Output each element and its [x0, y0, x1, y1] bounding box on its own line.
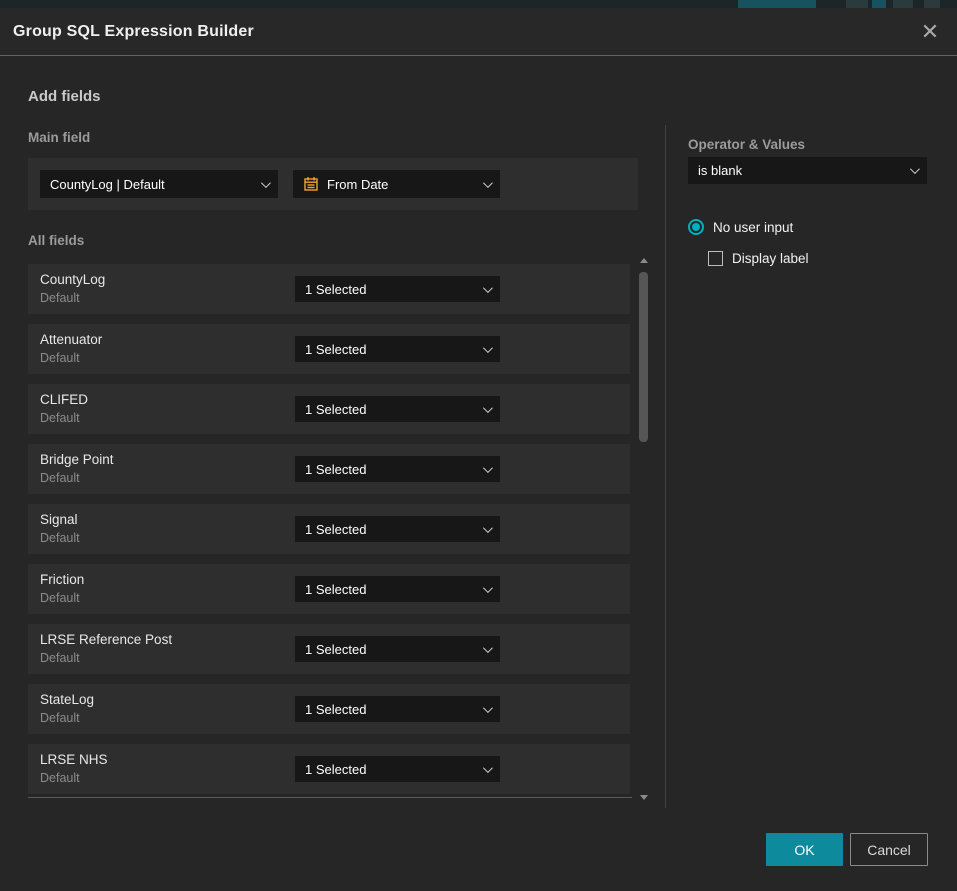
field-source-label: Default	[40, 531, 80, 545]
chevron-down-icon	[483, 703, 493, 713]
field-selected-value: 1 Selected	[305, 462, 483, 477]
field-row: LRSE Reference Post Default 1 Selected	[28, 624, 630, 674]
field-selected-dropdown[interactable]: 1 Selected	[295, 516, 500, 542]
field-row: Attenuator Default 1 Selected	[28, 324, 630, 374]
chevron-down-icon	[483, 463, 493, 473]
field-row: CLIFED Default 1 Selected	[28, 384, 630, 434]
chevron-down-icon	[261, 178, 271, 188]
field-row: Bridge Point Default 1 Selected	[28, 444, 630, 494]
field-selected-dropdown[interactable]: 1 Selected	[295, 396, 500, 422]
field-row: CountyLog Default 1 Selected	[28, 264, 630, 314]
field-selected-value: 1 Selected	[305, 402, 483, 417]
dialog-titlebar: Group SQL Expression Builder ✕	[0, 8, 957, 56]
all-fields-list: CountyLog Default 1 Selected Attenuator …	[28, 264, 630, 804]
scrollbar-thumb[interactable]	[639, 272, 648, 442]
background-app-fragment	[846, 0, 868, 8]
field-row: Signal Default 1 Selected	[28, 504, 630, 554]
chevron-down-icon	[483, 178, 493, 188]
field-selected-dropdown[interactable]: 1 Selected	[295, 576, 500, 602]
background-app-fragment	[893, 0, 913, 8]
group-sql-expression-builder-dialog: Group SQL Expression Builder ✕ Add field…	[0, 8, 957, 891]
field-name: Signal	[40, 512, 78, 527]
field-name: LRSE Reference Post	[40, 632, 172, 647]
chevron-down-icon	[483, 763, 493, 773]
fields-list-scrollbar	[637, 256, 651, 802]
field-selected-dropdown[interactable]: 1 Selected	[295, 636, 500, 662]
operator-dropdown[interactable]: is blank	[688, 157, 927, 184]
main-field-label: Main field	[28, 130, 90, 145]
field-name: CLIFED	[40, 392, 88, 407]
background-app-strip	[0, 0, 957, 8]
field-selected-dropdown[interactable]: 1 Selected	[295, 336, 500, 362]
main-field-panel: CountyLog | Default From Date	[28, 158, 638, 210]
close-icon[interactable]: ✕	[919, 21, 941, 43]
operator-values-heading: Operator & Values	[688, 137, 805, 152]
operator-value: is blank	[698, 163, 910, 178]
background-app-fragment	[924, 0, 940, 8]
scrollbar-down-arrow-icon[interactable]	[640, 795, 648, 800]
ok-button[interactable]: OK	[766, 833, 843, 866]
radio-selected-icon	[688, 219, 704, 235]
field-name: Friction	[40, 572, 84, 587]
radio-label: No user input	[713, 220, 793, 235]
scrollbar-up-arrow-icon[interactable]	[640, 258, 648, 263]
field-selected-value: 1 Selected	[305, 282, 483, 297]
main-field-field-dropdown[interactable]: From Date	[293, 170, 500, 198]
chevron-down-icon	[483, 403, 493, 413]
field-selected-value: 1 Selected	[305, 702, 483, 717]
panel-divider	[665, 125, 666, 808]
background-app-fragment	[738, 0, 816, 8]
chevron-down-icon	[910, 164, 920, 174]
background-app-fragment	[872, 0, 886, 8]
add-fields-heading: Add fields	[28, 88, 101, 105]
calendar-icon	[303, 176, 319, 192]
field-source-label: Default	[40, 771, 80, 785]
field-name: LRSE NHS	[40, 752, 108, 767]
field-selected-value: 1 Selected	[305, 762, 483, 777]
field-selected-dropdown[interactable]: 1 Selected	[295, 696, 500, 722]
checkbox-label: Display label	[732, 251, 809, 266]
display-label-checkbox[interactable]: Display label	[708, 251, 809, 266]
list-bottom-divider	[28, 797, 632, 798]
chevron-down-icon	[483, 523, 493, 533]
field-source-label: Default	[40, 711, 80, 725]
field-source-label: Default	[40, 651, 80, 665]
field-selected-dropdown[interactable]: 1 Selected	[295, 756, 500, 782]
field-source-label: Default	[40, 291, 80, 305]
main-field-source-dropdown[interactable]: CountyLog | Default	[40, 170, 278, 198]
field-selected-value: 1 Selected	[305, 582, 483, 597]
field-name: Bridge Point	[40, 452, 114, 467]
chevron-down-icon	[483, 343, 493, 353]
field-name: CountyLog	[40, 272, 105, 287]
field-name: StateLog	[40, 692, 94, 707]
field-row: LRSE NHS Default 1 Selected	[28, 744, 630, 794]
field-selected-dropdown[interactable]: 1 Selected	[295, 276, 500, 302]
chevron-down-icon	[483, 283, 493, 293]
no-user-input-radio[interactable]: No user input	[688, 219, 793, 235]
field-source-label: Default	[40, 471, 80, 485]
field-selected-dropdown[interactable]: 1 Selected	[295, 456, 500, 482]
chevron-down-icon	[483, 643, 493, 653]
field-row: StateLog Default 1 Selected	[28, 684, 630, 734]
all-fields-label: All fields	[28, 233, 84, 248]
field-selected-value: 1 Selected	[305, 342, 483, 357]
field-name: Attenuator	[40, 332, 102, 347]
main-field-field-value: From Date	[327, 177, 483, 192]
field-source-label: Default	[40, 351, 80, 365]
field-source-label: Default	[40, 591, 80, 605]
field-selected-value: 1 Selected	[305, 522, 483, 537]
main-field-source-value: CountyLog | Default	[50, 177, 261, 192]
field-source-label: Default	[40, 411, 80, 425]
dialog-title: Group SQL Expression Builder	[13, 23, 254, 41]
cancel-button[interactable]: Cancel	[850, 833, 928, 866]
field-row: Friction Default 1 Selected	[28, 564, 630, 614]
chevron-down-icon	[483, 583, 493, 593]
checkbox-unchecked-icon	[708, 251, 723, 266]
field-selected-value: 1 Selected	[305, 642, 483, 657]
